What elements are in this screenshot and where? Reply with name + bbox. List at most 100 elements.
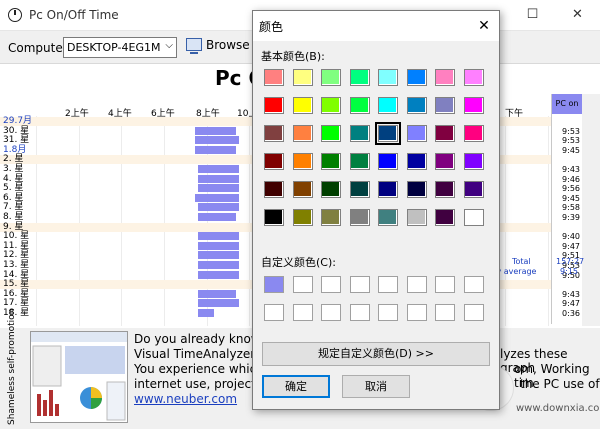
basic-color-swatch[interactable]	[321, 97, 341, 114]
basic-color-swatch[interactable]	[292, 125, 313, 142]
custom-color-swatch[interactable]	[321, 304, 341, 321]
basic-color-swatch[interactable]	[264, 209, 284, 226]
basic-color-swatch[interactable]	[292, 69, 313, 86]
browse-label: Browse	[206, 38, 250, 52]
custom-color-swatch[interactable]	[406, 276, 427, 293]
on-time-bar	[197, 165, 240, 173]
basic-color-swatch[interactable]	[463, 69, 484, 86]
basic-color-swatch[interactable]	[378, 181, 398, 198]
dialog-title: 颜色	[259, 20, 284, 34]
basic-color-swatch[interactable]	[321, 181, 341, 198]
on-time-bar	[197, 232, 240, 241]
close-button[interactable]: ✕	[555, 0, 600, 31]
basic-color-swatch[interactable]	[375, 122, 401, 145]
cancel-button[interactable]: 取消	[342, 375, 410, 398]
basic-color-swatch[interactable]	[463, 209, 484, 226]
on-time-bar	[197, 289, 236, 298]
basic-color-swatch[interactable]	[435, 181, 455, 198]
basic-color-swatch[interactable]	[463, 181, 484, 198]
basic-color-swatch[interactable]	[435, 69, 455, 86]
basic-color-swatch[interactable]	[406, 181, 427, 198]
basic-color-swatch[interactable]	[292, 97, 313, 114]
on-time-bar	[197, 309, 214, 317]
basic-color-swatch[interactable]	[321, 125, 341, 142]
basic-color-swatch[interactable]	[321, 69, 341, 86]
basic-color-swatch[interactable]	[463, 97, 484, 114]
basic-color-swatch[interactable]	[435, 97, 455, 114]
day-label: 29.7月	[3, 116, 33, 126]
pc-on-column: PC on 9:53 9:53 9:45 9:43 9:46 9:56 9:45 9:58 9:…	[551, 94, 582, 324]
basic-color-swatch[interactable]	[378, 69, 398, 86]
basic-color-swatch[interactable]	[292, 181, 313, 198]
custom-color-swatch[interactable]	[264, 276, 284, 293]
custom-color-swatch[interactable]	[463, 276, 484, 293]
basic-colors-label: 基本颜色(B):	[261, 50, 325, 63]
basic-color-swatch[interactable]	[292, 209, 313, 226]
pc-on-time: 9:43	[562, 165, 580, 174]
basic-color-swatch[interactable]	[264, 153, 284, 170]
day-label: 15. 星	[3, 279, 30, 290]
basic-color-swatch[interactable]	[349, 209, 370, 226]
basic-color-swatch[interactable]	[264, 181, 284, 198]
custom-color-swatch[interactable]	[435, 304, 455, 321]
custom-color-swatch[interactable]	[378, 304, 398, 321]
pc-on-time: 9:53	[562, 126, 580, 136]
custom-color-swatch[interactable]	[264, 304, 284, 321]
clock-icon	[8, 8, 22, 22]
basic-color-swatch[interactable]	[435, 125, 455, 142]
day-label: 13. 星	[3, 260, 30, 270]
basic-color-swatch[interactable]	[406, 69, 427, 86]
basic-color-swatch[interactable]	[349, 125, 370, 142]
promo-line-4-right: the PC use of	[520, 377, 600, 391]
computer-dropdown[interactable]: DESKTOP-4EG1M ⌵	[63, 37, 177, 58]
basic-color-swatch[interactable]	[321, 153, 341, 170]
maximize-button[interactable]: ☐	[510, 0, 555, 31]
custom-color-swatch[interactable]	[292, 304, 313, 321]
basic-color-swatch[interactable]	[349, 97, 370, 114]
basic-color-swatch[interactable]	[435, 153, 455, 170]
custom-color-swatch[interactable]	[349, 304, 370, 321]
day-label: 5. 星	[3, 183, 24, 194]
basic-color-swatch[interactable]	[378, 153, 398, 170]
vertical-scrollbar[interactable]	[582, 94, 600, 326]
custom-color-swatch[interactable]	[378, 276, 398, 293]
custom-color-swatch[interactable]	[292, 276, 313, 293]
custom-color-swatch[interactable]	[435, 276, 455, 293]
watermark-text: www.downxia.com	[516, 403, 600, 414]
on-time-bar	[197, 213, 236, 221]
day-label: 8. 星	[3, 212, 24, 222]
basic-color-swatch[interactable]	[463, 125, 484, 142]
basic-color-swatch[interactable]	[406, 209, 427, 226]
basic-color-swatch[interactable]	[406, 97, 427, 114]
day-label: 10. 星	[3, 231, 30, 242]
basic-color-swatch[interactable]	[264, 125, 284, 142]
basic-color-swatch[interactable]	[406, 153, 427, 170]
promo-screenshot-thumbnail[interactable]	[30, 331, 128, 423]
basic-color-swatch[interactable]	[463, 153, 484, 170]
custom-color-swatch[interactable]	[349, 276, 370, 293]
basic-color-swatch[interactable]	[349, 69, 370, 86]
basic-color-swatch[interactable]	[378, 97, 398, 114]
define-custom-colors-button[interactable]: 规定自定义颜色(D) >>	[262, 342, 490, 366]
basic-color-swatch[interactable]	[321, 209, 341, 226]
on-time-bar	[194, 126, 236, 135]
basic-color-swatch[interactable]	[264, 97, 284, 114]
custom-color-swatch[interactable]	[406, 304, 427, 321]
computer-dropdown-value: DESKTOP-4EG1M	[67, 41, 161, 54]
basic-color-swatch[interactable]	[349, 181, 370, 198]
promo-side-label: Shameless self-promotion	[2, 309, 18, 429]
basic-color-swatch[interactable]	[435, 209, 455, 226]
on-time-bar	[194, 145, 236, 154]
custom-color-swatch[interactable]	[321, 276, 341, 293]
basic-color-swatch[interactable]	[349, 153, 370, 170]
basic-color-swatch[interactable]	[406, 125, 427, 142]
basic-color-swatch[interactable]	[264, 69, 284, 86]
basic-color-swatch[interactable]	[378, 209, 398, 226]
daily-average-value: 9:15	[560, 267, 578, 276]
dialog-close-button[interactable]: ✕	[469, 11, 499, 41]
browse-button[interactable]: Browse	[186, 38, 250, 58]
ok-button[interactable]: 确定	[262, 375, 330, 398]
basic-color-swatch[interactable]	[292, 153, 313, 170]
custom-color-swatch[interactable]	[463, 304, 484, 321]
computer-label: Computer	[8, 41, 68, 55]
